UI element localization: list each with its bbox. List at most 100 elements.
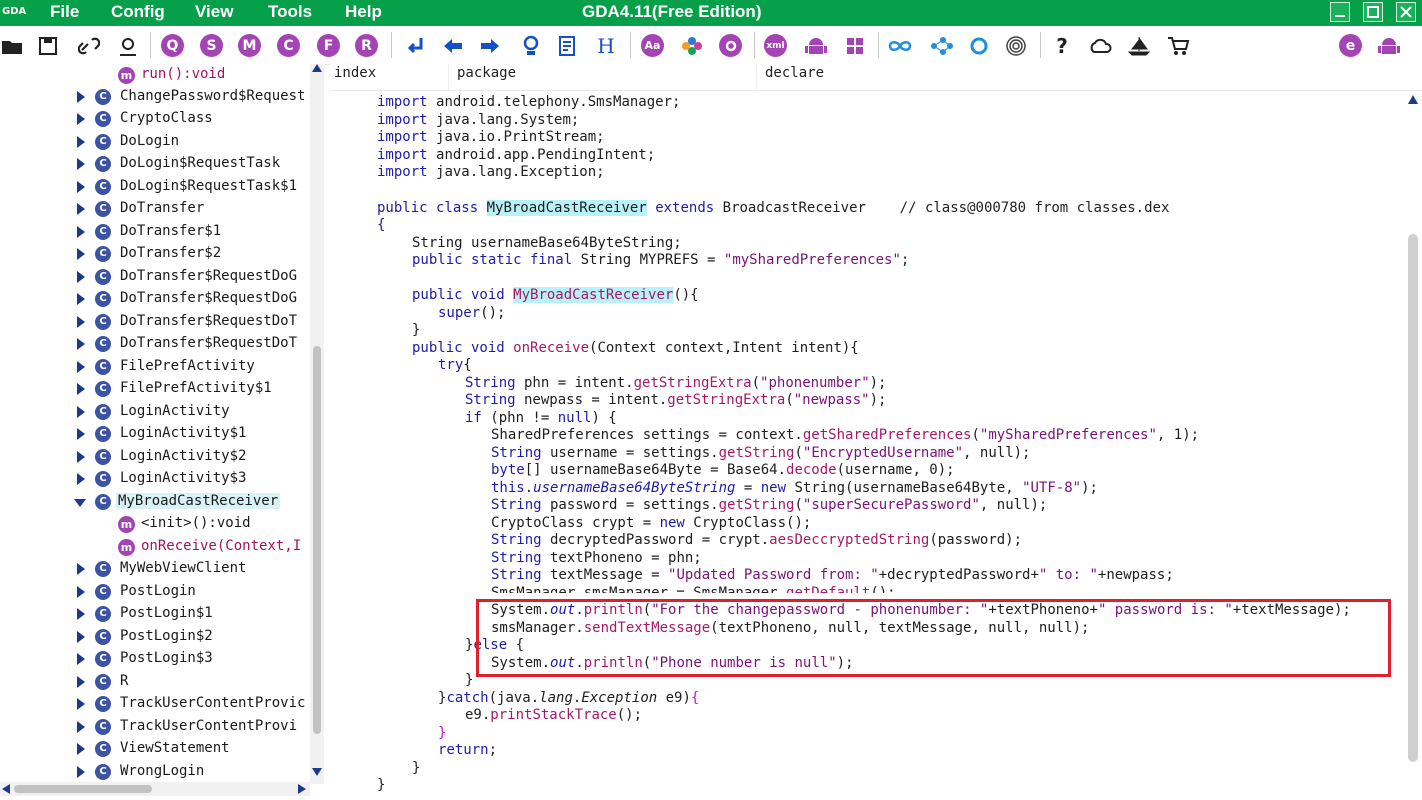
expand-icon[interactable] [77, 316, 85, 328]
tree-item-label: <init>():void [141, 515, 251, 531]
expand-icon[interactable] [77, 631, 85, 643]
class-icon: C [95, 111, 111, 127]
expand-icon[interactable] [77, 293, 85, 305]
android-icon[interactable] [803, 33, 829, 59]
menu-view[interactable]: View [195, 2, 233, 22]
code-view[interactable]: import android.telephony.SmsManager; imp… [330, 91, 1406, 800]
palette-icon[interactable] [679, 33, 705, 59]
search-q-icon[interactable]: Q [161, 34, 184, 57]
tree-scroll-thumb[interactable] [313, 346, 321, 734]
class-c-icon[interactable]: C [277, 34, 300, 57]
open-folder-icon[interactable] [0, 33, 26, 59]
code-line: public void MyBroadCastReceiver(){ [412, 287, 699, 303]
expand-icon[interactable] [77, 203, 85, 215]
font-aa-icon[interactable]: Aa [641, 34, 664, 57]
tree-item-label: R [120, 673, 129, 689]
expand-icon[interactable] [77, 383, 85, 395]
expand-icon[interactable] [77, 563, 85, 575]
scroll-right-icon[interactable] [298, 784, 306, 794]
expand-icon[interactable] [77, 428, 85, 440]
string-s-icon[interactable]: S [200, 34, 223, 57]
tree-item-label: PostLogin [120, 583, 196, 599]
resource-r-icon[interactable]: R [355, 34, 378, 57]
code-line: import java.io.PrintStream; [377, 129, 605, 145]
report-icon[interactable] [555, 33, 581, 59]
menu-help[interactable]: Help [345, 2, 382, 22]
code-line: SharedPreferences settings = context.get… [491, 427, 1200, 443]
close-button[interactable] [1396, 2, 1416, 22]
settings-icon[interactable] [719, 34, 742, 57]
scroll-left-icon[interactable] [2, 784, 10, 794]
tree-item-label: DoTransfer [120, 200, 205, 216]
user-refresh-icon[interactable] [115, 33, 141, 59]
expand-icon[interactable] [77, 473, 85, 485]
ship-icon[interactable] [1126, 33, 1152, 59]
menu-file[interactable]: File [50, 2, 79, 22]
expand-icon[interactable] [77, 113, 85, 125]
expand-icon[interactable] [77, 653, 85, 665]
header-index[interactable]: index [334, 64, 448, 90]
expand-icon[interactable] [77, 586, 85, 598]
field-f-icon[interactable]: F [317, 34, 340, 57]
tree-item-label: PostLogin$1 [120, 605, 213, 621]
code-line: super(); [438, 305, 506, 321]
fingerprint-icon[interactable] [1003, 33, 1029, 59]
toolbar-separator [391, 32, 392, 58]
menu-config[interactable]: Config [111, 2, 165, 22]
menu-tools[interactable]: Tools [268, 2, 312, 22]
expand-icon[interactable] [77, 338, 85, 350]
expand-icon[interactable] [77, 361, 85, 373]
code-line: } [412, 760, 421, 776]
expand-icon[interactable] [77, 698, 85, 710]
ring-icon[interactable] [966, 33, 992, 59]
windows-icon[interactable] [842, 33, 868, 59]
expand-icon[interactable] [77, 608, 85, 620]
collapse-icon[interactable] [74, 499, 86, 507]
infinity-icon[interactable] [887, 33, 913, 59]
maximize-button[interactable] [1363, 2, 1383, 22]
graph-icon[interactable] [928, 33, 954, 59]
bookmark-icon[interactable] [518, 33, 544, 59]
code-line: { [377, 217, 386, 233]
scroll-up-icon[interactable] [312, 64, 322, 72]
code-scroll-thumb[interactable] [1408, 234, 1418, 762]
scroll-down-icon[interactable] [312, 768, 322, 776]
link-icon[interactable] [76, 33, 102, 59]
expand-icon[interactable] [77, 406, 85, 418]
expand-icon[interactable] [77, 743, 85, 755]
encrypt-e-icon[interactable]: e [1339, 34, 1362, 57]
minimize-button[interactable] [1330, 2, 1350, 22]
cart-icon[interactable] [1165, 33, 1191, 59]
help-icon[interactable]: ? [1049, 33, 1075, 59]
arrow-right-icon[interactable] [477, 33, 503, 59]
tree-item-label: onReceive(Context,I [141, 538, 302, 554]
expand-icon[interactable] [77, 451, 85, 463]
expand-icon[interactable] [77, 271, 85, 283]
code-scroll-up-icon[interactable] [1408, 95, 1418, 104]
class-icon: C [95, 246, 111, 262]
expand-icon[interactable] [77, 766, 85, 778]
cloud-icon[interactable] [1088, 33, 1114, 59]
method-icon: m [118, 67, 135, 84]
method-m-icon[interactable]: M [238, 34, 261, 57]
header-declare[interactable]: declare [756, 64, 1416, 90]
expand-icon[interactable] [77, 181, 85, 193]
class-icon: C [95, 336, 111, 352]
jump-back-icon[interactable] [403, 33, 429, 59]
hex-h-icon[interactable]: H [593, 33, 619, 59]
expand-icon[interactable] [77, 248, 85, 260]
expand-icon[interactable] [77, 158, 85, 170]
save-icon[interactable] [35, 33, 61, 59]
arrow-left-icon[interactable] [440, 33, 466, 59]
code-line: String password = settings.getString("su… [491, 497, 1048, 513]
expand-icon[interactable] [77, 136, 85, 148]
android-small-icon[interactable] [1376, 33, 1402, 59]
expand-icon[interactable] [77, 226, 85, 238]
expand-icon[interactable] [77, 91, 85, 103]
tree-hscroll-thumb[interactable] [14, 785, 152, 793]
xml-icon[interactable]: xml [764, 34, 787, 57]
expand-icon[interactable] [77, 676, 85, 688]
code-line: }catch(java.lang.Exception e9){ [438, 690, 700, 706]
expand-icon[interactable] [77, 721, 85, 733]
header-package[interactable]: package [448, 64, 756, 90]
